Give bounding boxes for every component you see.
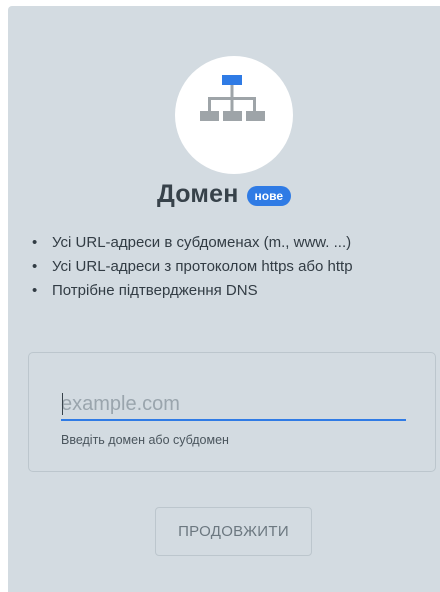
feature-item: • Потрібне підтвердження DNS	[30, 279, 435, 303]
card-title: Домен	[156, 179, 239, 208]
title-row: Домен нове	[8, 176, 440, 212]
domain-card: Домен нове • Усі URL-адреси в субдоменах …	[8, 6, 440, 592]
feature-text: Потрібне підтвердження DNS	[52, 282, 258, 299]
bullet-marker: •	[32, 282, 38, 299]
domain-icon-circle	[175, 56, 293, 174]
text-cursor	[62, 393, 63, 415]
network-hierarchy-icon	[200, 75, 265, 121]
feature-list: • Усі URL-адреси в субдоменах (m., www. .…	[30, 231, 435, 303]
feature-item: • Усі URL-адреси з протоколом https або h…	[30, 255, 435, 279]
domain-helper-text: Введіть домен або субдомен	[61, 433, 229, 447]
domain-input[interactable]	[61, 389, 406, 421]
continue-button[interactable]: ПРОДОВЖИТИ	[155, 507, 312, 556]
new-badge: нове	[246, 185, 292, 206]
bullet-marker: •	[32, 234, 38, 251]
feature-item: • Усі URL-адреси в субдоменах (m., www. .…	[30, 231, 435, 255]
domain-input-box: Введіть домен або субдомен	[28, 352, 436, 472]
feature-text: Усі URL-адреси в субдоменах (m., www. ..…	[52, 234, 352, 251]
feature-text: Усі URL-адреси з протоколом https або ht…	[52, 258, 353, 275]
bullet-marker: •	[32, 258, 38, 275]
